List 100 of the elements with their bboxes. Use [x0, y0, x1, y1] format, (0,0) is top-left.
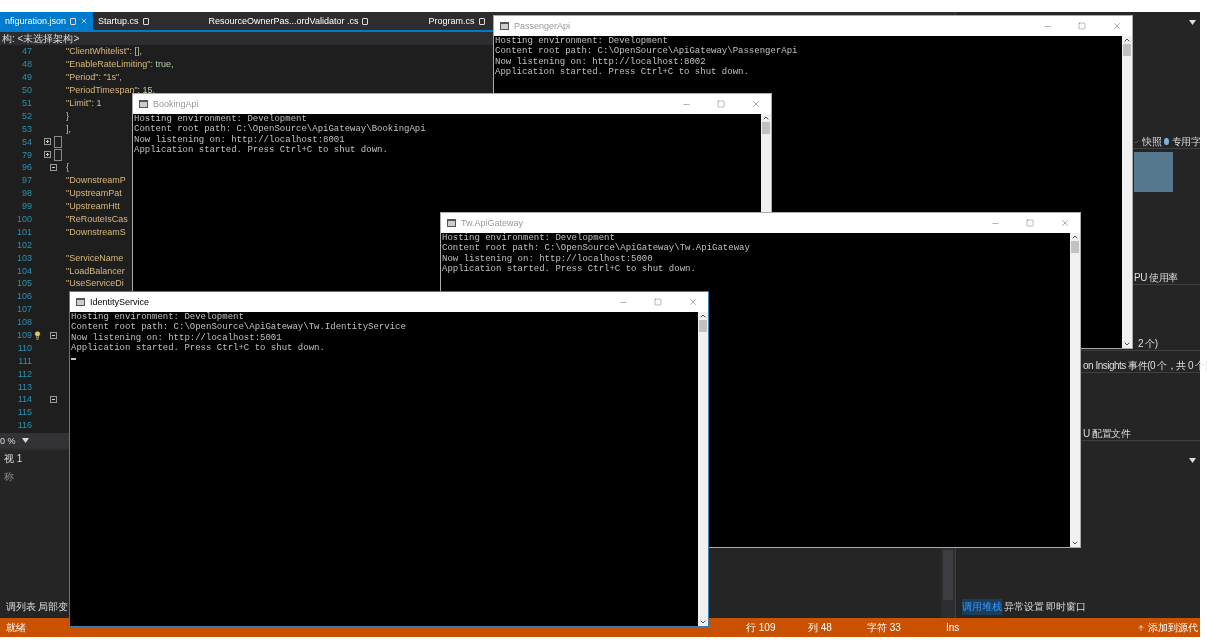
- scrollbar[interactable]: [761, 114, 771, 212]
- window-title: Tw.ApiGateway: [461, 218, 525, 228]
- console-output-line: Hosting environment: Development: [71, 312, 245, 322]
- scroll-up-icon[interactable]: [1123, 36, 1131, 44]
- close-icon[interactable]: [1060, 218, 1070, 228]
- status-message: 就绪: [6, 620, 27, 635]
- dropdown-icon[interactable]: [21, 438, 29, 443]
- line-number: 115: [16, 407, 32, 418]
- console-app-icon: [76, 298, 85, 306]
- breadcrumb[interactable]: 构: <未选择架构>: [2, 32, 80, 45]
- panel-tab[interactable]: 调用堆栈: [962, 599, 1002, 615]
- code-line: "LoadBalancer: [65, 265, 125, 276]
- panel-tab[interactable]: 即时窗口: [1046, 599, 1086, 615]
- status-item: 字符 33: [867, 620, 902, 635]
- line-number: 107: [15, 304, 32, 315]
- collapse-icon[interactable]: [49, 331, 57, 339]
- console-output-line: Hosting environment: Development: [134, 114, 308, 124]
- watch-row-label: 视 1: [3, 452, 24, 466]
- code-line: "DownstreamS: [65, 226, 126, 237]
- file-tab[interactable]: nfiguration.json: [0, 12, 94, 30]
- expand-icon[interactable]: [44, 138, 51, 146]
- line-number: 98: [21, 188, 32, 199]
- maximize-icon[interactable]: [1026, 219, 1034, 227]
- code-line: ],: [65, 123, 71, 134]
- scrollbar[interactable]: [1122, 36, 1132, 348]
- file-tab[interactable]: Startup.cs: [93, 12, 154, 30]
- collapsed-region-icon[interactable]: [54, 148, 62, 161]
- scroll-down-icon[interactable]: [699, 618, 707, 626]
- window-title: BookingApi: [153, 99, 200, 109]
- scroll-thumb[interactable]: [1071, 241, 1079, 253]
- legend-dot-icon: [1164, 138, 1169, 145]
- code-line: "Limit": 1: [65, 98, 102, 108]
- scroll-down-icon[interactable]: [1123, 340, 1131, 348]
- diagnostic-label: 2 个): [1138, 336, 1158, 351]
- title-bar[interactable]: IdentityService: [70, 292, 708, 312]
- collapse-icon[interactable]: [49, 396, 57, 403]
- code-line: "ClientWhitelist": [],: [65, 46, 142, 57]
- line-number: 101: [15, 226, 32, 237]
- panel-tab[interactable]: 异常设置: [1004, 599, 1044, 615]
- scroll-thumb[interactable]: [762, 122, 770, 134]
- code-line: "ServiceName: [65, 252, 124, 263]
- maximize-icon[interactable]: [654, 298, 662, 306]
- code-line: {: [65, 162, 69, 173]
- collapse-icon[interactable]: [49, 163, 57, 171]
- diagnostic-label: on Insights 事件(0 个，共 0 个): [1083, 358, 1207, 373]
- panel-tab[interactable]: 局部变: [38, 599, 68, 615]
- expand-icon[interactable]: [44, 151, 51, 159]
- legend-label: 专用字: [1171, 134, 1200, 149]
- close-icon[interactable]: [1112, 21, 1122, 31]
- line-number: 113: [16, 381, 32, 392]
- line-number: 112: [16, 368, 32, 379]
- code-line: "Period": "1s",: [65, 72, 122, 83]
- close-icon[interactable]: [80, 17, 89, 25]
- file-tab[interactable]: Program.cs: [423, 12, 490, 30]
- scroll-thumb[interactable]: [1123, 44, 1131, 56]
- console-output-line: Content root path: C:\OpenSource\ApiGateway\Tw.ApiGateway: [442, 243, 751, 254]
- status-item: 行 109: [746, 620, 777, 635]
- line-number: 110: [16, 342, 32, 353]
- line-number: 50: [21, 85, 32, 96]
- scroll-down-icon[interactable]: [1071, 539, 1079, 547]
- line-number: 53: [21, 123, 32, 134]
- check-icon: [1134, 137, 1140, 146]
- code-line: "UpstreamHtt: [65, 201, 120, 212]
- close-icon[interactable]: [688, 297, 698, 307]
- maximize-icon[interactable]: [717, 100, 725, 108]
- lightbulb-icon[interactable]: [32, 330, 42, 340]
- console-output-line: Now listening on: http://localhost:8001: [134, 134, 346, 145]
- collapsed-region-icon[interactable]: [54, 135, 62, 148]
- console-app-icon: [139, 100, 148, 108]
- line-number: 108: [15, 317, 32, 328]
- arrow-up-icon[interactable]: [1137, 623, 1145, 632]
- console-output-line: Content root path: C:\OpenSource\ApiGateway\BookingApi: [134, 124, 427, 135]
- publish-button[interactable]: 添加到源代: [1137, 620, 1198, 635]
- scroll-up-icon[interactable]: [699, 312, 707, 320]
- scroll-up-icon[interactable]: [1071, 233, 1079, 241]
- maximize-icon[interactable]: [1078, 22, 1086, 30]
- memory-chart-bar: [1134, 152, 1173, 192]
- console-output-line: Now listening on: http://localhost:5001: [71, 332, 283, 343]
- watch-row-label: 称: [3, 470, 15, 484]
- dropdown-icon[interactable]: [1189, 19, 1196, 25]
- panel-tab[interactable]: 调列表: [6, 599, 36, 615]
- file-tab[interactable]: ResourceOwnerPas...ordValidator .cs: [203, 12, 374, 30]
- scrollbar[interactable]: [1070, 233, 1080, 547]
- scrollbar[interactable]: [698, 312, 708, 626]
- console-output-line: Application started. Press Ctrl+C to shut down.: [495, 67, 750, 78]
- zoom-level[interactable]: 0 %: [0, 435, 16, 446]
- line-number: 54: [21, 136, 32, 147]
- console-app-icon: [500, 22, 509, 30]
- diagnostic-label: U 配置文件: [1083, 426, 1130, 441]
- close-icon[interactable]: [751, 99, 761, 109]
- line-number: 99: [21, 201, 32, 212]
- console-output-line: Now listening on: http://localhost:5000: [442, 253, 654, 264]
- code-line: }: [65, 110, 69, 121]
- scroll-thumb[interactable]: [699, 320, 707, 332]
- line-number: 106: [15, 291, 32, 302]
- line-number: 49: [21, 72, 32, 83]
- code-line: "UseServiceDi: [65, 278, 124, 289]
- scroll-up-icon[interactable]: [762, 114, 770, 122]
- line-number: 96: [21, 162, 32, 173]
- dropdown-icon[interactable]: [1189, 457, 1196, 463]
